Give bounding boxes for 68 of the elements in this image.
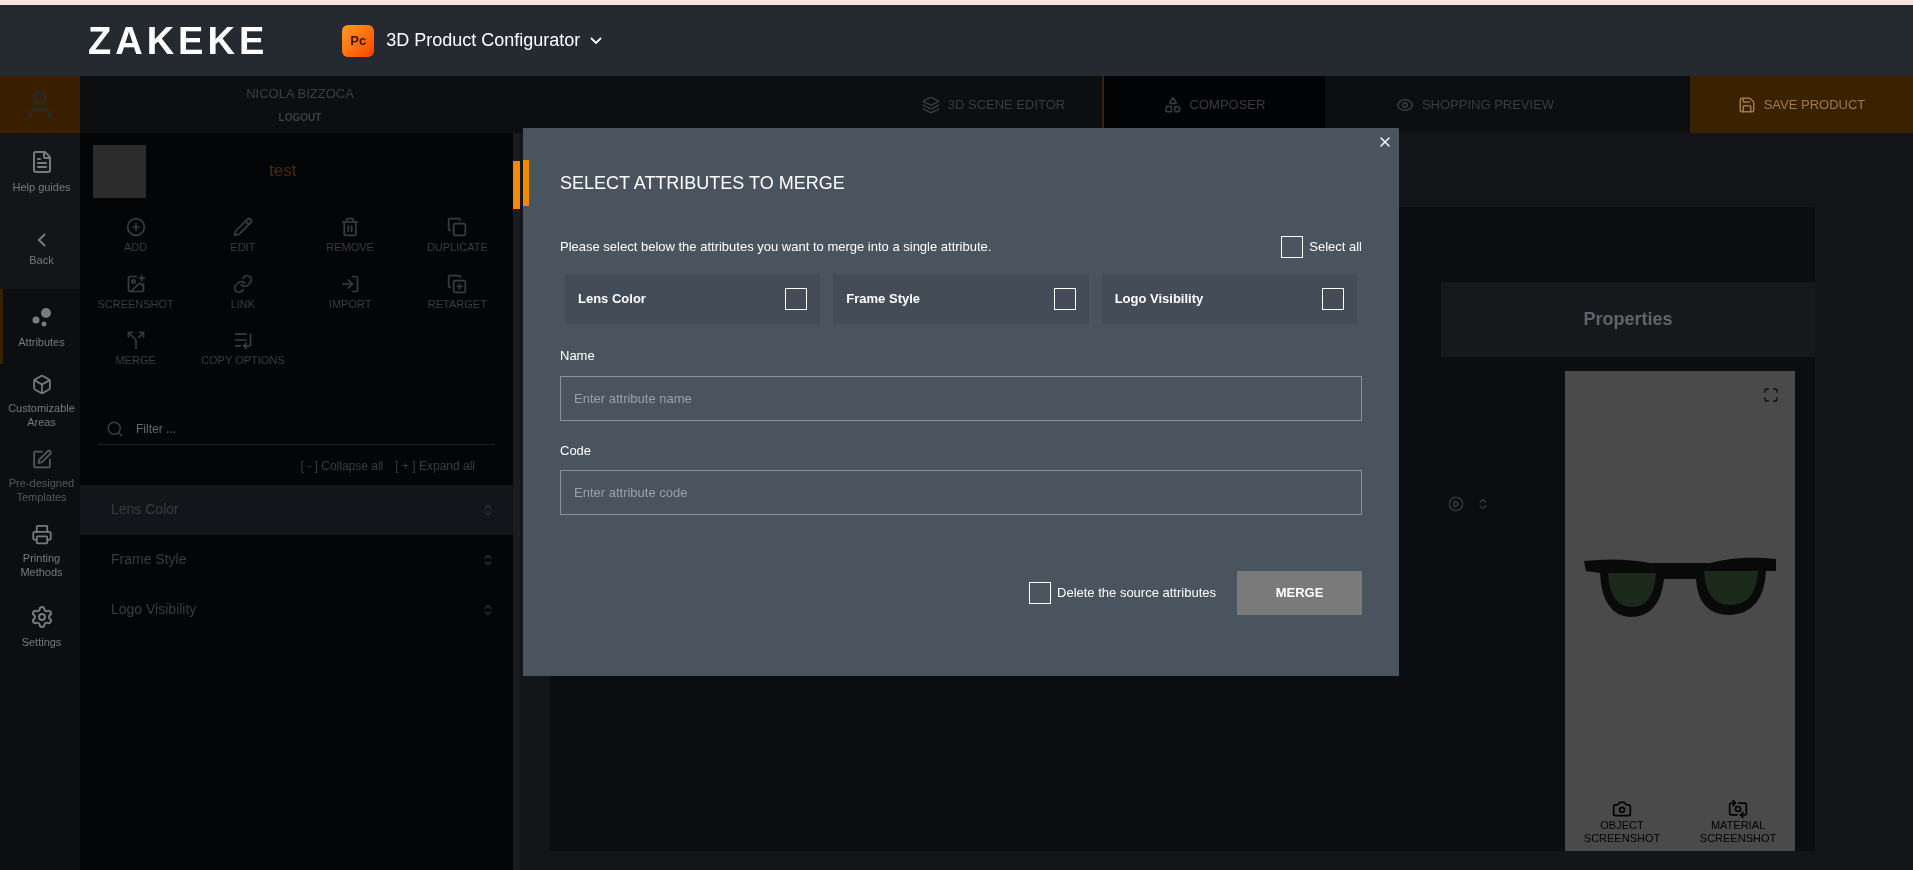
expand-all-link[interactable]: [ + ] Expand all xyxy=(395,456,475,475)
attribute-option[interactable]: Lens Color xyxy=(565,274,821,324)
sidebar-item[interactable]: Help guides xyxy=(0,133,80,211)
copy-plus-icon xyxy=(447,273,468,294)
attribute-option[interactable]: Frame Style xyxy=(833,274,1089,324)
attribute-checkbox[interactable] xyxy=(1322,288,1344,310)
sidebar-item[interactable]: Printing Methods xyxy=(0,514,80,589)
name-label: Name xyxy=(560,347,596,365)
split-icon xyxy=(125,330,146,350)
camera-icon xyxy=(1612,799,1632,819)
app-switcher[interactable]: 3D Product Configurator xyxy=(386,27,603,54)
pencil-icon xyxy=(232,217,253,237)
shapes-icon xyxy=(1163,95,1182,114)
layers-icon xyxy=(921,95,940,114)
copy-icon xyxy=(447,217,468,237)
merge-button[interactable]: MERGE xyxy=(1237,571,1362,615)
switch-camera-icon xyxy=(1728,799,1748,819)
attribute-row[interactable]: Frame Style xyxy=(80,534,513,585)
attribute-checkbox[interactable] xyxy=(785,288,808,310)
code-label: Code xyxy=(560,441,593,460)
image-plus-icon xyxy=(125,273,146,294)
product-title: test xyxy=(269,160,297,183)
delete-source-label: Delete the source attributes xyxy=(1057,584,1216,603)
action-button[interactable]: SCREENSHOT xyxy=(82,273,190,312)
action-button[interactable]: RETARGET xyxy=(403,273,511,312)
collapse-all-link[interactable]: [ - ] Collapse all xyxy=(300,456,384,475)
plus-circle-icon xyxy=(125,217,146,237)
attribute-checkbox[interactable] xyxy=(1053,288,1076,310)
action-button[interactable]: IMPORT xyxy=(296,273,404,312)
action-button[interactable]: ADD xyxy=(82,217,190,256)
select-all-checkbox[interactable] xyxy=(1281,236,1304,258)
search-icon xyxy=(106,420,124,438)
printer-icon xyxy=(29,524,54,545)
list-arrow-icon xyxy=(232,330,253,350)
code-field[interactable]: Enter attribute code xyxy=(560,470,1362,515)
chevron-left-icon xyxy=(37,233,46,247)
attribute-option[interactable]: Logo Visibility xyxy=(1101,274,1357,324)
chevron-down-icon xyxy=(590,37,603,44)
screenshot-button[interactable]: MATERIAL SCREENSHOT xyxy=(1693,799,1783,845)
action-button[interactable]: DUPLICATE xyxy=(403,217,511,256)
action-button[interactable]: EDIT xyxy=(189,217,297,256)
screenshot-button[interactable]: OBJECT SCREENSHOT xyxy=(1577,799,1667,845)
fullscreen-icon xyxy=(1763,387,1779,403)
import-icon xyxy=(340,273,361,294)
delete-source-checkbox[interactable] xyxy=(1029,582,1051,604)
select-all-label: Select all xyxy=(1309,238,1362,257)
logo: ZAKEKE xyxy=(88,21,269,60)
sidebar-item[interactable]: Back xyxy=(0,211,80,289)
save-icon xyxy=(1737,95,1756,114)
properties-tab[interactable]: Properties xyxy=(1441,282,1815,357)
dialog-title: SELECT ATTRIBUTES TO MERGE xyxy=(560,171,845,195)
action-button[interactable]: MERGE xyxy=(82,330,190,369)
settings-icon xyxy=(29,604,54,629)
accent-bar xyxy=(523,160,529,206)
filter-field[interactable]: Filter ... xyxy=(136,414,487,444)
attribute-row[interactable]: Logo Visibility xyxy=(80,584,513,635)
action-button[interactable]: REMOVE xyxy=(296,217,404,256)
sidebar-item[interactable]: Settings xyxy=(0,589,80,664)
link-icon xyxy=(232,273,253,294)
instructions: Please select below the attributes you want to merge into a single attribute. xyxy=(560,238,992,257)
sidebar-item[interactable]: Customizable Areas xyxy=(0,364,80,439)
trash-icon xyxy=(340,217,361,237)
name-field[interactable]: Enter attribute name xyxy=(560,375,1362,421)
thumbnail-placeholder xyxy=(93,144,146,198)
save-product-button[interactable]: SAVE PRODUCT xyxy=(1690,76,1913,133)
action-button[interactable]: COPY OPTIONS xyxy=(189,330,297,369)
play-icon xyxy=(1448,496,1464,512)
app-badge: Pc xyxy=(342,24,375,57)
